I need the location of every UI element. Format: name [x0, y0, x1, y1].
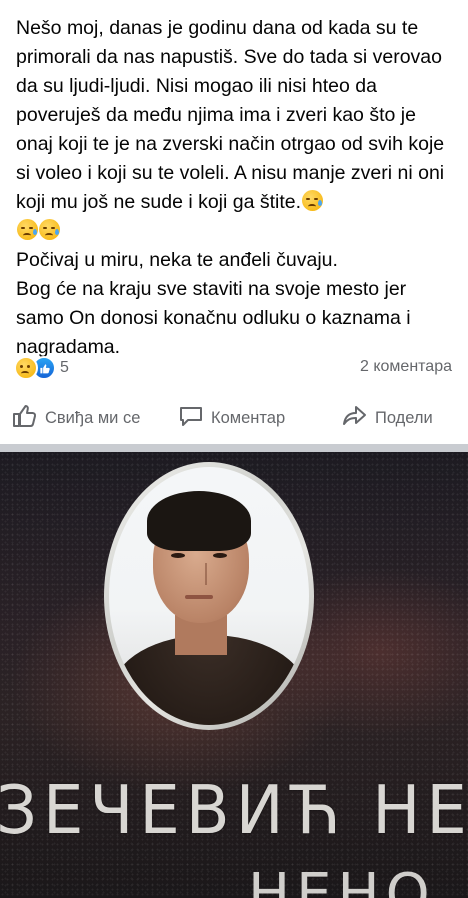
post-paragraph-1-text: Nešo moj, danas je godinu dana od kada s…: [16, 17, 445, 213]
sad-tear-emoji-icon: [17, 219, 38, 240]
share-button[interactable]: Подели: [342, 404, 433, 433]
memorial-portrait: [109, 467, 309, 725]
section-divider: [0, 444, 468, 452]
post-paragraph-1: Nešo moj, danas je godinu dana od kada s…: [16, 14, 456, 246]
post-text: Nešo moj, danas je godinu dana od kada s…: [16, 14, 456, 362]
comments-count-link[interactable]: 2 коментара: [360, 358, 452, 376]
post-actions-bar: Свиђа ми се Коментар Подели: [0, 396, 468, 440]
sad-reaction-icon: [14, 356, 38, 380]
share-button-label: Подели: [375, 409, 433, 427]
sad-tear-emoji-icon: [39, 219, 60, 240]
like-button-label: Свиђа ми се: [45, 409, 141, 427]
engraved-surname: ЗЕЧЕВИЋ НЕ: [0, 772, 468, 850]
comment-button[interactable]: Коментар: [178, 404, 285, 433]
engraved-name: НЕНО: [248, 862, 436, 898]
comment-button-label: Коментар: [211, 409, 286, 427]
post-paragraph-3: Bog će na kraju sve staviti na svoje mes…: [16, 278, 411, 358]
facebook-post: Nešo moj, danas je godinu dana od kada s…: [0, 0, 468, 898]
share-arrow-icon: [342, 404, 375, 433]
reaction-count: 5: [60, 359, 69, 376]
thumbs-up-icon: [12, 404, 45, 433]
reactions-summary[interactable]: 5: [14, 356, 69, 380]
post-photo[interactable]: ЗЕЧЕВИЋ НЕ НЕНО: [0, 452, 468, 898]
post-paragraph-2: Počivaj u miru, neka te anđeli čuvaju.: [16, 249, 338, 271]
memorial-portrait-frame: [104, 462, 314, 730]
comment-bubble-icon: [178, 404, 211, 433]
sad-tear-emoji-icon: [302, 190, 324, 211]
like-button[interactable]: Свиђа ми се: [12, 404, 140, 433]
